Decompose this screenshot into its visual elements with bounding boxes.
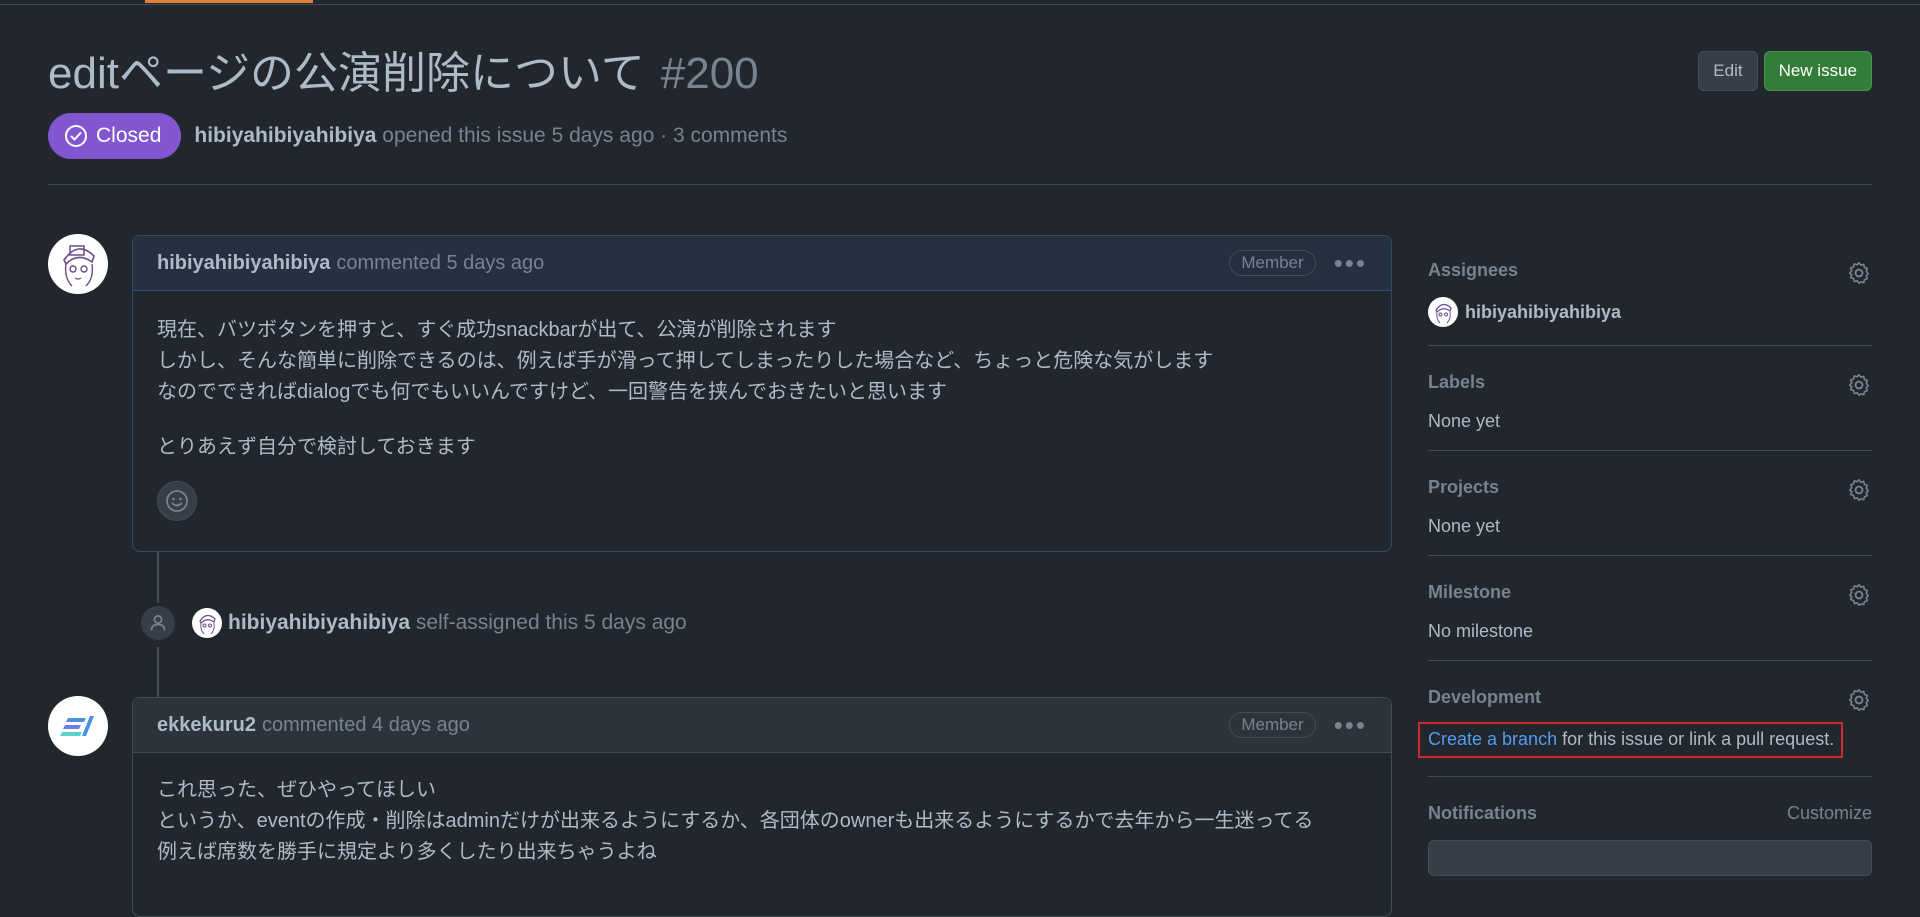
- comment: ekkekuru2 commented 4 days ago Member ••…: [132, 697, 1392, 917]
- sidebar-label: Labels: [1428, 372, 1486, 392]
- customize-link[interactable]: Customize: [1787, 803, 1872, 824]
- avatar[interactable]: [192, 608, 222, 638]
- create-branch-link[interactable]: Create a branch: [1428, 729, 1557, 749]
- comment-text: というか、eventの作成・削除はadminだけが出来るようにするか、各団体のo…: [157, 810, 1314, 832]
- subscribe-button[interactable]: [1428, 840, 1872, 876]
- anime-avatar-image: [192, 608, 222, 638]
- assignee-item[interactable]: hibiyahibiyahibiya: [1428, 297, 1872, 327]
- comment-author[interactable]: hibiyahibiyahibiya: [157, 252, 330, 275]
- add-reaction-button[interactable]: [157, 481, 197, 521]
- comment-text: とりあえず自分で検討しておきます: [157, 436, 476, 458]
- timeline-line: [157, 552, 159, 604]
- sidebar-value: No milestone: [1428, 621, 1534, 641]
- anime-avatar-image: [1428, 297, 1458, 327]
- sidebar-labels: Labels None yet: [1428, 346, 1872, 451]
- gear-icon[interactable]: [1846, 477, 1872, 503]
- member-badge: Member: [1229, 712, 1316, 738]
- sidebar-label: Assignees: [1428, 260, 1519, 280]
- anime-avatar-image: [49, 235, 107, 293]
- comment-header: hibiyahibiyahibiya commented 5 days ago …: [133, 236, 1391, 291]
- sidebar-value: None yet: [1428, 411, 1501, 431]
- timeline-event: hibiyahibiyahibiya self-assigned this 5 …: [138, 603, 687, 643]
- timeline-line: [157, 647, 159, 697]
- issue-author-link[interactable]: hibiyahibiyahibiya: [194, 124, 376, 147]
- check-circle-icon: [65, 125, 87, 147]
- comment-body: これ思った、ぜひやってほしい というか、eventの作成・削除はadminだけが…: [133, 753, 1391, 868]
- sidebar-milestone: Milestone No milestone: [1428, 556, 1872, 661]
- header-divider: [48, 184, 1872, 185]
- sidebar-label: Development: [1428, 687, 1542, 707]
- gear-icon[interactable]: [1846, 372, 1872, 398]
- comment-author[interactable]: ekkekuru2: [157, 714, 256, 737]
- comment-text: しかし、そんな簡単に削除できるのは、例えば手が滑って押してしまったりした場合など…: [157, 350, 1214, 372]
- comment-text: これ思った、ぜひやってほしい: [157, 779, 436, 801]
- development-description: for this issue or link a pull request.: [1557, 729, 1835, 749]
- event-actor[interactable]: hibiyahibiyahibiya: [228, 611, 410, 634]
- active-tab-indicator: [145, 0, 313, 3]
- assignee-name: hibiyahibiyahibiya: [1465, 301, 1622, 322]
- member-badge: Member: [1229, 250, 1316, 276]
- comment-text: 現在、バツボタンを押すと、すぐ成功snackbarが出て、公演が削除されます: [157, 319, 837, 341]
- issue-sidebar: Assignees hibiyahibiyahibiya Labels None…: [1418, 236, 1872, 876]
- new-issue-button[interactable]: New issue: [1763, 51, 1872, 91]
- gear-icon[interactable]: [1846, 260, 1872, 286]
- comment-body: 現在、バツボタンを押すと、すぐ成功snackbarが出て、公演が削除されます し…: [133, 291, 1391, 463]
- comment-text: 例えば席数を勝手に規定より多くしたり出来ちゃうよね: [157, 841, 657, 863]
- sidebar-assignees: Assignees hibiyahibiyahibiya: [1428, 236, 1872, 346]
- status-badge: Closed: [48, 113, 182, 159]
- status-label: Closed: [96, 124, 162, 147]
- issue-opened-text: opened this issue 5 days ago · 3 comment…: [382, 124, 788, 147]
- sidebar-projects: Projects None yet: [1428, 451, 1872, 556]
- sidebar-label: Milestone: [1428, 582, 1512, 602]
- sidebar-development: Development Create a branch for this iss…: [1418, 661, 1872, 777]
- issue-meta: Closed hibiyahibiyahibiya opened this is…: [48, 113, 787, 159]
- avatar[interactable]: [48, 696, 108, 756]
- issue-meta-text: hibiyahibiyahibiya opened this issue 5 d…: [194, 124, 787, 148]
- comment-text: なのでできればdialogでも何でもいいんですけど、一回警告を挟んでおきたいと思…: [157, 381, 947, 403]
- edit-button[interactable]: Edit: [1698, 51, 1758, 91]
- comment-header: ekkekuru2 commented 4 days ago Member ••…: [133, 698, 1391, 753]
- event-description: self-assigned this 5 days ago: [415, 611, 687, 634]
- gear-icon[interactable]: [1846, 687, 1872, 713]
- comment-timestamp[interactable]: commented 5 days ago: [336, 252, 544, 275]
- top-nav-border: [0, 0, 1920, 5]
- sidebar-notifications: Notifications Customize: [1428, 777, 1872, 876]
- person-icon: [150, 615, 166, 631]
- issue-header: editページの公演削除について #200 Edit New issue: [48, 46, 1872, 102]
- ekkekuru-logo-avatar: [49, 697, 107, 755]
- kebab-icon[interactable]: •••: [1334, 250, 1367, 276]
- sidebar-label: Projects: [1428, 477, 1500, 497]
- event-text: hibiyahibiyahibiya self-assigned this 5 …: [228, 611, 687, 635]
- avatar: [1428, 297, 1458, 327]
- issue-title: editページの公演削除について: [48, 49, 645, 98]
- comment-timestamp[interactable]: commented 4 days ago: [262, 714, 470, 737]
- sidebar-value: None yet: [1428, 516, 1501, 536]
- smiley-icon: [166, 490, 188, 512]
- kebab-icon[interactable]: •••: [1334, 712, 1367, 738]
- development-highlight-box: Create a branch for this issue or link a…: [1418, 722, 1844, 758]
- issue-number: #200: [660, 49, 759, 98]
- gear-icon[interactable]: [1846, 582, 1872, 608]
- comment: hibiyahibiyahibiya commented 5 days ago …: [132, 235, 1392, 552]
- event-badge: [138, 603, 178, 643]
- avatar[interactable]: [48, 234, 108, 294]
